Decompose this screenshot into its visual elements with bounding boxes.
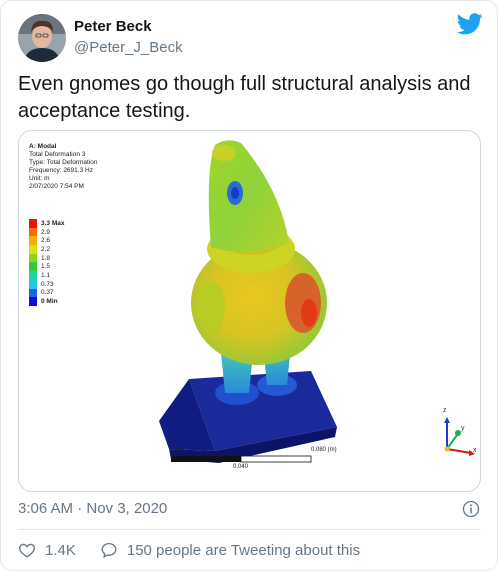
tweet-card: Peter Beck @Peter_J_Beck Even gnomes go … xyxy=(0,0,498,571)
axis-label-z: z xyxy=(443,407,447,414)
legend-row: 3.3 Max xyxy=(29,219,65,228)
heart-icon xyxy=(19,543,35,558)
avatar[interactable] xyxy=(18,14,66,62)
legend-label: 1.8 xyxy=(41,254,51,262)
avatar-image xyxy=(18,14,66,62)
legend-row: 0.37 xyxy=(29,288,65,298)
info-icon[interactable] xyxy=(462,500,480,518)
legend-swatch xyxy=(29,279,37,289)
like-button[interactable]: 1.4K xyxy=(18,541,76,559)
legend-row: 2.2 xyxy=(29,245,65,254)
legend-label: 0.37 xyxy=(41,289,54,297)
legend-row: 1.1 xyxy=(29,271,65,280)
simulation-title: A: Modal xyxy=(29,143,57,150)
tweet-actions: 1.4K 150 people are Tweeting about this xyxy=(18,540,360,560)
legend-swatch xyxy=(29,236,37,246)
author-handle[interactable]: @Peter_J_Beck xyxy=(74,39,183,56)
simulation-line: 2/07/2020 7:54 PM xyxy=(29,183,84,190)
legend-label: 0 Min xyxy=(41,298,58,306)
legend-row: 2.9 xyxy=(29,227,65,237)
legend-swatch xyxy=(29,245,37,254)
tweet-text: Even gnomes go though full structural an… xyxy=(18,73,471,122)
deformation-legend: 3.3 Max 2.9 2.6 2.2 1.8 1.5 1.1 0.73 0.37 0 Min xyxy=(29,219,65,306)
legend-swatch xyxy=(29,262,37,272)
speech-bubble-icon xyxy=(101,542,117,558)
like-count: 1.4K xyxy=(45,541,76,559)
axis-label-y: y xyxy=(461,425,465,432)
legend-label: 2.9 xyxy=(41,228,51,236)
axis-label-x: x xyxy=(473,447,477,454)
simulation-line: Frequency: 2691.3 Hz xyxy=(29,167,93,174)
scale-label-mid: 0.040 xyxy=(233,464,249,470)
legend-label: 1.1 xyxy=(41,271,51,279)
legend-row: 1.5 xyxy=(29,262,65,272)
scale-label-right: 0.080 (m) xyxy=(311,447,337,453)
legend-row: 0.73 xyxy=(29,279,65,289)
scale-label-left: 0.000 xyxy=(169,447,185,453)
legend-label: 1.5 xyxy=(41,263,51,271)
author-name[interactable]: Peter Beck xyxy=(74,18,152,35)
simulation-header: A: Modal Total Deformation 3 Type: Total… xyxy=(29,143,98,191)
legend-swatch xyxy=(29,253,37,263)
tweet-timestamp[interactable]: 3:06 AM · Nov 3, 2020 xyxy=(18,500,167,517)
legend-swatch xyxy=(29,297,37,306)
legend-swatch xyxy=(29,271,37,280)
legend-row: 2.6 xyxy=(29,236,65,246)
legend-label: 3.3 Max xyxy=(41,219,65,227)
legend-swatch xyxy=(29,288,37,298)
tweet-media-image[interactable]: A: Modal Total Deformation 3 Type: Total… xyxy=(18,130,481,492)
divider xyxy=(18,529,481,530)
twitter-bird-icon[interactable] xyxy=(457,13,483,35)
legend-swatch xyxy=(29,227,37,237)
legend-label: 2.2 xyxy=(41,245,51,253)
legend-label: 2.6 xyxy=(41,237,51,245)
simulation-line: Unit: m xyxy=(29,175,50,182)
conversation-text: 150 people are Tweeting about this xyxy=(126,541,361,559)
legend-label: 0.73 xyxy=(41,280,54,288)
legend-row: 0 Min xyxy=(29,297,65,306)
simulation-line: Total Deformation 3 xyxy=(29,151,86,158)
legend-row: 1.8 xyxy=(29,253,65,263)
axis-triad: z y x xyxy=(427,407,477,463)
conversation-button[interactable]: 150 people are Tweeting about this xyxy=(100,541,360,559)
legend-swatch xyxy=(29,219,37,228)
simulation-line: Type: Total Deformation xyxy=(29,159,98,166)
